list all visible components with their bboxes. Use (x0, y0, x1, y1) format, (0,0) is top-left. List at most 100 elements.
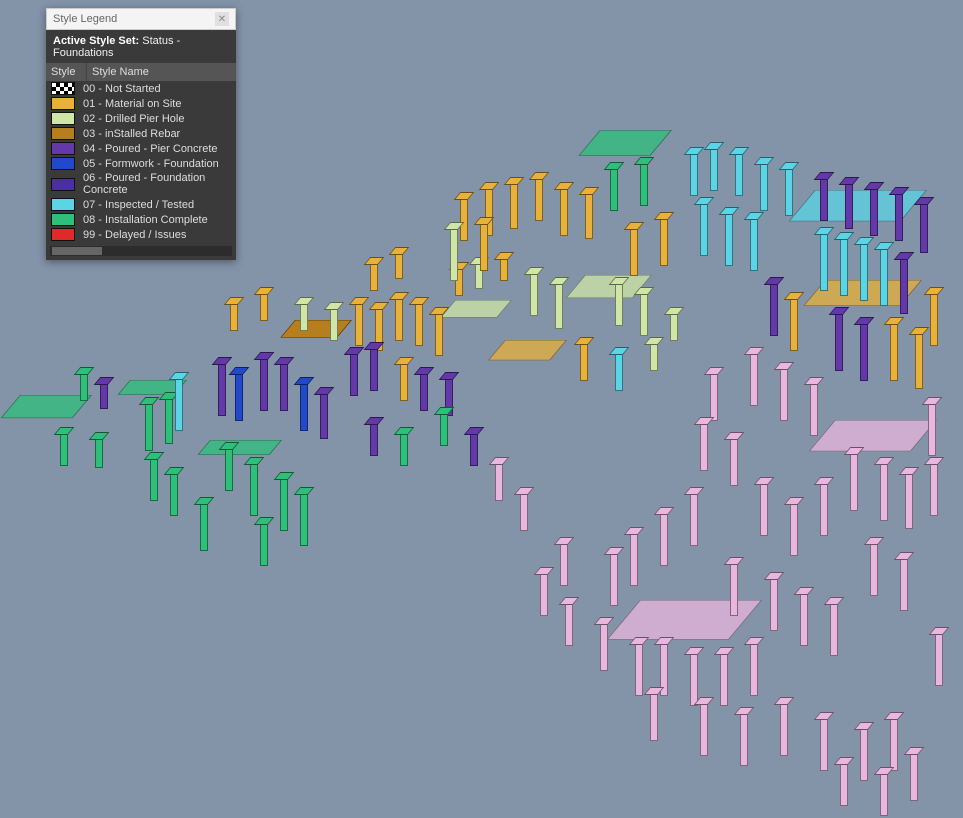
foundation-pier[interactable] (280, 475, 288, 531)
foundation-pier[interactable] (670, 310, 678, 341)
foundation-pier[interactable] (440, 410, 448, 446)
foundation-slab[interactable] (789, 190, 927, 221)
foundation-pier[interactable] (200, 500, 208, 551)
foundation-pier[interactable] (660, 510, 668, 566)
foundation-pier[interactable] (880, 770, 888, 816)
legend-row[interactable]: 99 - Delayed / Issues (46, 227, 236, 242)
foundation-pier[interactable] (740, 710, 748, 766)
foundation-pier[interactable] (400, 430, 408, 466)
foundation-pier[interactable] (780, 700, 788, 756)
foundation-slab[interactable] (280, 320, 352, 338)
foundation-pier[interactable] (785, 165, 793, 216)
foundation-pier[interactable] (650, 690, 658, 741)
legend-row[interactable]: 08 - Installation Complete (46, 212, 236, 227)
foundation-pier[interactable] (660, 215, 668, 266)
foundation-pier[interactable] (900, 555, 908, 611)
foundation-slab[interactable] (440, 300, 512, 318)
legend-titlebar[interactable]: Style Legend ✕ (46, 8, 236, 30)
foundation-pier[interactable] (870, 185, 878, 236)
foundation-pier[interactable] (555, 280, 563, 329)
foundation-pier[interactable] (700, 200, 708, 256)
foundation-pier[interactable] (928, 400, 936, 456)
foundation-pier[interactable] (860, 320, 868, 381)
foundation-pier[interactable] (150, 455, 158, 501)
foundation-pier[interactable] (395, 295, 403, 341)
foundation-pier[interactable] (720, 650, 728, 706)
foundation-pier[interactable] (530, 270, 538, 316)
foundation-pier[interactable] (300, 490, 308, 546)
foundation-pier[interactable] (915, 330, 923, 389)
foundation-pier[interactable] (230, 300, 238, 331)
legend-row[interactable]: 07 - Inspected / Tested (46, 197, 236, 212)
foundation-pier[interactable] (320, 390, 328, 439)
foundation-pier[interactable] (635, 640, 643, 696)
legend-row[interactable]: 00 - Not Started (46, 81, 236, 96)
foundation-pier[interactable] (330, 305, 338, 341)
foundation-pier[interactable] (730, 435, 738, 486)
foundation-pier[interactable] (260, 290, 268, 321)
foundation-pier[interactable] (95, 435, 103, 468)
foundation-slab[interactable] (488, 340, 567, 360)
foundation-pier[interactable] (770, 280, 778, 336)
foundation-pier[interactable] (350, 350, 358, 396)
foundation-pier[interactable] (420, 370, 428, 411)
legend-scrollbar[interactable] (50, 246, 232, 256)
foundation-pier[interactable] (500, 255, 508, 281)
foundation-pier[interactable] (395, 250, 403, 279)
foundation-pier[interactable] (470, 430, 478, 466)
foundation-pier[interactable] (690, 150, 698, 196)
foundation-pier[interactable] (840, 760, 848, 806)
foundation-pier[interactable] (450, 225, 458, 281)
foundation-slab[interactable] (607, 600, 762, 640)
style-legend-panel[interactable]: Style Legend ✕ Active Style Set: Status … (46, 8, 236, 260)
foundation-pier[interactable] (760, 160, 768, 211)
foundation-pier[interactable] (565, 600, 573, 646)
foundation-pier[interactable] (415, 300, 423, 346)
foundation-pier[interactable] (905, 470, 913, 529)
foundation-pier[interactable] (850, 450, 858, 511)
foundation-pier[interactable] (300, 300, 308, 331)
foundation-pier[interactable] (710, 145, 718, 191)
foundation-pier[interactable] (300, 380, 308, 431)
foundation-pier[interactable] (355, 300, 363, 346)
foundation-pier[interactable] (600, 620, 608, 671)
foundation-pier[interactable] (235, 370, 243, 421)
foundation-pier[interactable] (175, 375, 183, 431)
foundation-pier[interactable] (930, 290, 938, 346)
foundation-pier[interactable] (218, 360, 226, 416)
foundation-pier[interactable] (165, 395, 173, 444)
foundation-pier[interactable] (820, 715, 828, 771)
foundation-pier[interactable] (560, 540, 568, 586)
foundation-pier[interactable] (860, 240, 868, 301)
legend-row[interactable]: 05 - Formwork - Foundation (46, 156, 236, 171)
legend-row[interactable]: 01 - Material on Site (46, 96, 236, 111)
legend-row[interactable]: 03 - inStalled Rebar (46, 126, 236, 141)
foundation-pier[interactable] (830, 600, 838, 656)
foundation-pier[interactable] (690, 490, 698, 546)
foundation-pier[interactable] (250, 460, 258, 516)
foundation-pier[interactable] (510, 180, 518, 229)
foundation-pier[interactable] (615, 280, 623, 326)
foundation-pier[interactable] (225, 445, 233, 491)
foundation-pier[interactable] (725, 210, 733, 266)
foundation-pier[interactable] (260, 520, 268, 566)
foundation-pier[interactable] (820, 175, 828, 221)
foundation-pier[interactable] (640, 290, 648, 336)
foundation-pier[interactable] (540, 570, 548, 616)
foundation-pier[interactable] (800, 590, 808, 646)
foundation-pier[interactable] (630, 530, 638, 586)
foundation-pier[interactable] (580, 340, 588, 381)
foundation-pier[interactable] (810, 380, 818, 436)
foundation-pier[interactable] (710, 370, 718, 421)
foundation-pier[interactable] (790, 295, 798, 351)
foundation-pier[interactable] (80, 370, 88, 401)
foundation-pier[interactable] (845, 180, 853, 229)
foundation-pier[interactable] (610, 165, 618, 211)
foundation-pier[interactable] (910, 750, 918, 801)
foundation-pier[interactable] (880, 245, 888, 306)
foundation-slab[interactable] (578, 130, 672, 156)
foundation-pier[interactable] (495, 460, 503, 501)
foundation-pier[interactable] (615, 350, 623, 391)
foundation-pier[interactable] (920, 200, 928, 253)
foundation-pier[interactable] (280, 360, 288, 411)
